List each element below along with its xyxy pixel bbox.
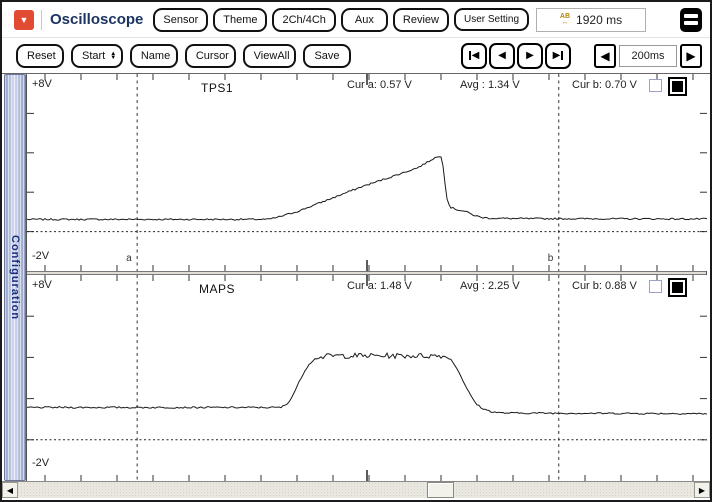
channel-checkbox[interactable] (649, 79, 662, 92)
channel-mode-button[interactable]: 2Ch/4Ch (272, 7, 336, 32)
cursor-a-readout: Cur a: 0.57 V (347, 79, 412, 91)
oscilloscope-window: ▼ Oscilloscope Sensor Theme 2Ch/4Ch Aux … (0, 0, 712, 502)
cursor-b-label[interactable]: b (548, 253, 554, 264)
scope-panel-maps: +8V MAPS Cur a: 1.48 V Avg : 2.25 V Cur … (27, 275, 707, 481)
timebase-value: 200ms (619, 44, 677, 67)
cursor-button[interactable]: Cursor (184, 43, 236, 68)
user-setting-button[interactable]: User Setting (453, 8, 530, 31)
window-menu-icon[interactable] (680, 7, 702, 32)
scope-panel-tps1: +8V TPS1 Cur a: 0.57 V Avg : 1.34 V Cur … (27, 74, 707, 271)
avg-readout: Avg : 2.25 V (460, 280, 520, 292)
scope-area: +8V TPS1 Cur a: 0.57 V Avg : 1.34 V Cur … (26, 74, 707, 481)
cursor-b-readout: Cur b: 0.88 V (572, 280, 637, 292)
theme-button[interactable]: Theme (213, 7, 268, 32)
channel-color-swatch (672, 81, 683, 92)
app-title: Oscilloscope (50, 11, 144, 28)
save-button[interactable]: Save (303, 43, 351, 68)
timebase-decrease-button[interactable]: ◀ (594, 43, 616, 68)
step-back-button[interactable]: ◀ (489, 42, 515, 69)
waveform-tps1 (27, 74, 707, 271)
step-forward-button[interactable]: ▶ (517, 42, 543, 69)
reset-button[interactable]: Reset (16, 43, 64, 68)
avg-readout: Avg : 1.34 V (460, 79, 520, 91)
start-spinner-icon[interactable]: ▲ ▼ (110, 51, 116, 61)
top-toolbar: ▼ Oscilloscope Sensor Theme 2Ch/4Ch Aux … (2, 2, 710, 38)
control-toolbar: Reset Start ▲ ▼ Name Cursor ViewAll Save ◀… (2, 38, 710, 73)
y-min-label: -2V (32, 457, 50, 469)
horizontal-scrollbar[interactable]: ◀ ▶ (2, 481, 710, 498)
cursor-a-readout: Cur a: 1.48 V (347, 280, 412, 292)
y-max-label: +8V (32, 279, 52, 291)
channel-color-button[interactable] (668, 77, 687, 96)
scrollbar-thumb[interactable] (426, 482, 454, 498)
hamburger-bar (684, 14, 698, 18)
review-button[interactable]: Review (392, 7, 449, 32)
name-button[interactable]: Name (129, 43, 178, 68)
aux-button[interactable]: Aux (340, 7, 388, 32)
timebase-increase-button[interactable]: ▶ (680, 43, 702, 68)
ab-time-value: 1920 ms (576, 12, 623, 27)
hamburger-bar (684, 21, 698, 25)
channel-color-button[interactable] (668, 278, 687, 297)
viewall-button[interactable]: ViewAll (242, 43, 296, 68)
y-min-label: -2V (32, 250, 50, 262)
skip-to-start-button[interactable]: ◀ (461, 42, 487, 69)
configuration-tab[interactable]: Configuration (4, 74, 26, 481)
configuration-tab-label: Configuration (9, 234, 21, 321)
cursor-b-readout: Cur b: 0.70 V (572, 79, 637, 91)
main-area: Configuration +8V TPS1 Cur a: 0.57 V Avg… (2, 73, 710, 481)
app-menu-dropdown-icon[interactable]: ▼ (14, 9, 34, 30)
timebase-group: ◀ 200ms ▶ (594, 43, 702, 68)
sensor-button[interactable]: Sensor (153, 7, 209, 32)
channel-name: MAPS (198, 282, 236, 296)
start-button[interactable]: Start ▲ ▼ (71, 43, 123, 68)
scroll-right-button[interactable]: ▶ (694, 482, 710, 498)
scroll-left-button[interactable]: ◀ (2, 482, 18, 498)
skip-to-end-button[interactable]: ▶ (545, 42, 571, 69)
ab-cursor-delta-icon: AB ↔ (559, 12, 571, 26)
ab-time-display: AB ↔ 1920 ms (536, 7, 646, 32)
channel-checkbox[interactable] (649, 280, 662, 293)
channel-name: TPS1 (200, 81, 234, 95)
y-max-label: +8V (32, 78, 52, 90)
channel-color-swatch (672, 282, 683, 293)
waveform-maps (27, 275, 707, 481)
cursor-a-label[interactable]: a (126, 253, 132, 264)
divider (41, 9, 42, 30)
playback-group: ◀ ◀ ▶ ▶ (461, 42, 571, 69)
